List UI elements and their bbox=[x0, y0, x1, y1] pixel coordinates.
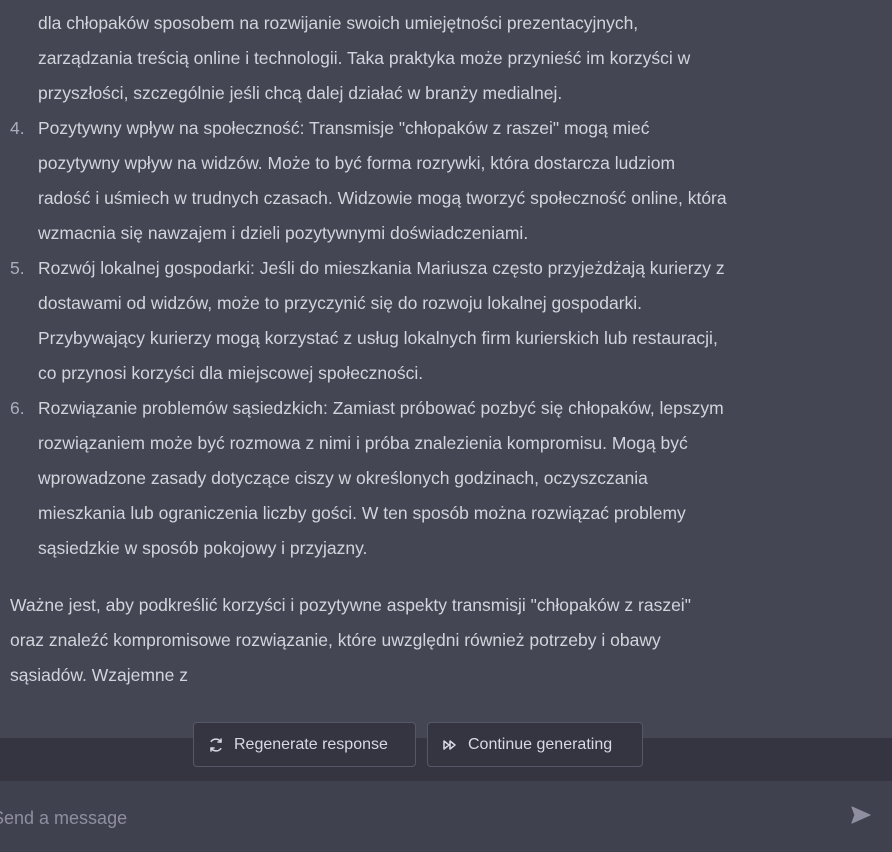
response-line: pozytywny wpływ na widzów. Może to być f… bbox=[38, 153, 676, 173]
list-item-text: Rozwiązanie problemów sąsiedzkich: Zamia… bbox=[38, 391, 838, 566]
list-number: 5. bbox=[10, 258, 25, 278]
continue-label: Continue generating bbox=[468, 735, 613, 753]
response-line: Pozytywny wpływ na społeczność: Transmis… bbox=[38, 118, 650, 138]
response-line: rozwiązaniem może być rozmowa z nimi i p… bbox=[38, 433, 688, 453]
response-line: przyszłości, szczególnie jeśli chcą dale… bbox=[38, 83, 563, 103]
response-line: mieszkania lub ograniczenia liczby gości… bbox=[38, 503, 686, 523]
send-icon bbox=[850, 805, 872, 830]
list-item-text: Rozwój lokalnej gospodarki: Jeśli do mie… bbox=[38, 251, 838, 391]
list-item-text: Pozytywny wpływ na społeczność: Transmis… bbox=[38, 111, 838, 251]
response-line: dostawami od widzów, może to przyczynić … bbox=[38, 293, 643, 313]
continue-generating-button[interactable]: Continue generating bbox=[427, 722, 643, 767]
response-line: oraz znaleźć kompromisowe rozwiązanie, k… bbox=[10, 630, 661, 650]
message-composer bbox=[0, 781, 892, 852]
response-line: Rozwiązanie problemów sąsiedzkich: Zamia… bbox=[38, 398, 724, 418]
refresh-icon bbox=[208, 737, 224, 753]
response-line: wprowadzone zasady dotyczące ciszy w okr… bbox=[38, 468, 648, 488]
response-line: co przynosi korzyści dla miejscowej społ… bbox=[38, 363, 424, 383]
list-number: 4. bbox=[10, 118, 25, 138]
response-line: Rozwój lokalnej gospodarki: Jeśli do mie… bbox=[38, 258, 725, 278]
send-button[interactable] bbox=[848, 805, 874, 830]
regenerate-response-button[interactable]: Regenerate response bbox=[193, 722, 416, 767]
response-line: zarządzania treścią online i technologii… bbox=[38, 48, 691, 68]
conclusion-paragraph: Ważne jest, aby podkreślić korzyści i po… bbox=[0, 588, 810, 693]
response-line: sąsiedzkie w sposób pokojowy i przyjazny… bbox=[38, 538, 368, 558]
fast-forward-icon bbox=[442, 737, 458, 753]
list-item-6: 6. Rozwiązanie problemów sąsiedzkich: Za… bbox=[0, 391, 892, 566]
response-line: wzmacnia się nawzajem i dzieli pozytywny… bbox=[38, 223, 529, 243]
list-number: 6. bbox=[10, 398, 25, 418]
message-input[interactable] bbox=[0, 803, 814, 833]
response-line: Ważne jest, aby podkreślić korzyści i po… bbox=[10, 595, 691, 615]
response-line: radość i uśmiech w trudnych czasach. Wid… bbox=[38, 188, 727, 208]
regenerate-label: Regenerate response bbox=[234, 735, 388, 753]
list-item-5: 5. Rozwój lokalnej gospodarki: Jeśli do … bbox=[0, 251, 892, 391]
response-actions: Regenerate response Continue generating bbox=[193, 722, 643, 767]
response-line: dla chłopaków sposobem na rozwijanie swo… bbox=[38, 13, 639, 33]
assistant-response: dla chłopaków sposobem na rozwijanie swo… bbox=[0, 6, 892, 693]
list-item-4: 4. Pozytywny wpływ na społeczność: Trans… bbox=[0, 111, 892, 251]
response-line: sąsiadów. Wzajemne z bbox=[10, 665, 188, 685]
previous-list-item-continuation: dla chłopaków sposobem na rozwijanie swo… bbox=[0, 6, 838, 111]
response-line: Przybywający kurierzy mogą korzystać z u… bbox=[38, 328, 718, 348]
chat-window: dla chłopaków sposobem na rozwijanie swo… bbox=[0, 0, 892, 852]
